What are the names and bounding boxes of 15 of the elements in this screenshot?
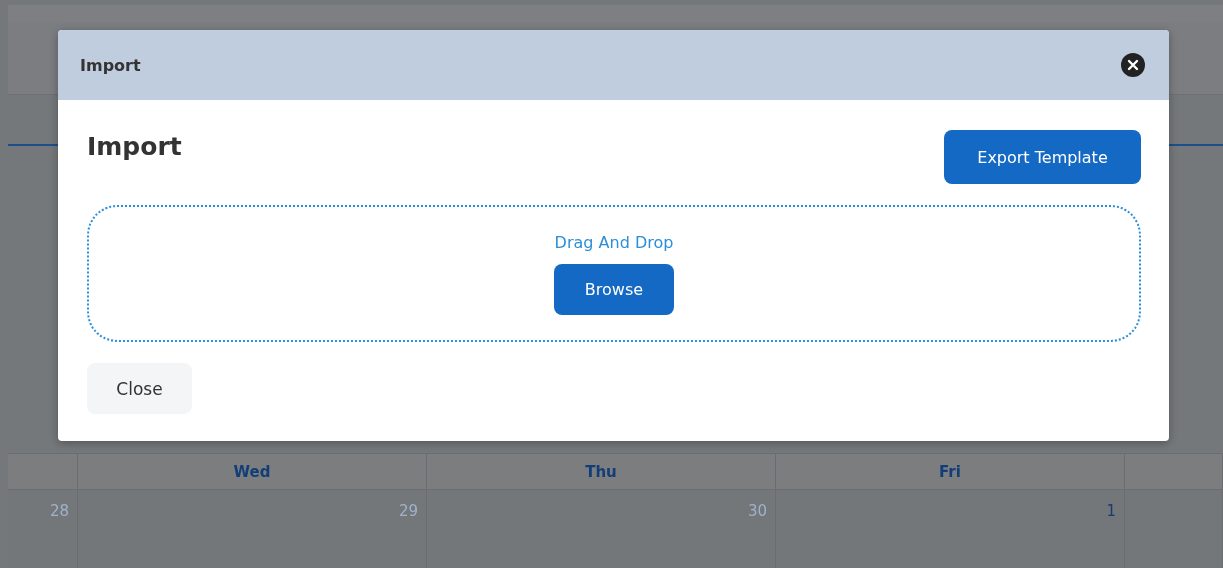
close-button[interactable]: Close xyxy=(87,363,192,414)
day-number: 30 xyxy=(747,502,767,520)
day-number: 1 xyxy=(1106,502,1116,520)
day-number: 29 xyxy=(398,502,418,520)
browse-button[interactable]: Browse xyxy=(554,264,674,315)
dialog-heading: Import xyxy=(87,132,182,161)
weekday-header: Fri xyxy=(939,462,961,481)
dialog-title: Import xyxy=(80,55,141,75)
drop-zone[interactable]: Drag And Drop Browse xyxy=(87,205,1141,342)
weekday-header: Thu xyxy=(585,462,617,481)
export-template-button[interactable]: Export Template xyxy=(944,130,1141,184)
close-icon[interactable] xyxy=(1121,53,1145,77)
weekday-header: Wed xyxy=(233,462,271,481)
day-number: 28 xyxy=(49,502,69,520)
drop-zone-label: Drag And Drop xyxy=(554,233,674,252)
